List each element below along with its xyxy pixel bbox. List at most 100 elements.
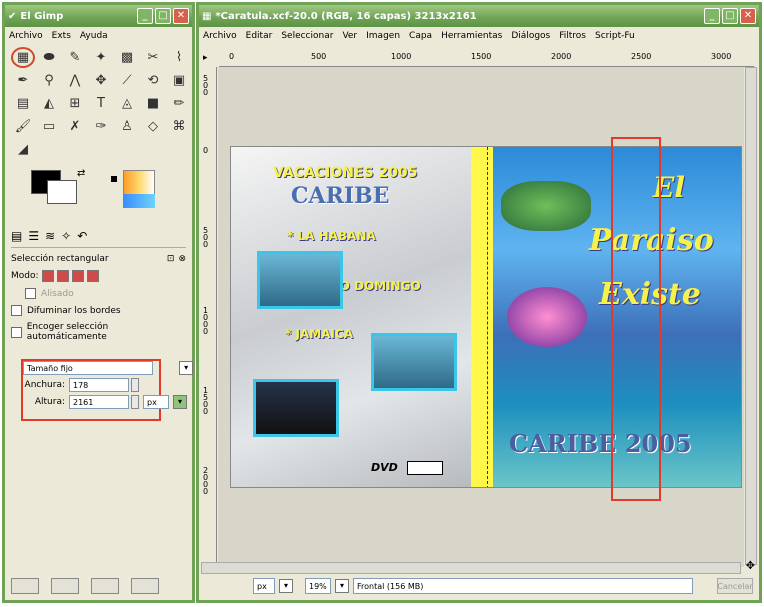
blend-icon[interactable]: ■: [141, 93, 165, 114]
swap-colors-icon[interactable]: ⇄: [77, 168, 85, 179]
navigate-icon[interactable]: ✥: [746, 559, 755, 572]
transform-icon[interactable]: ⟲: [141, 70, 165, 91]
menu-filtros[interactable]: Filtros: [559, 31, 586, 41]
width-input[interactable]: 178: [69, 378, 129, 392]
color-picker-icon[interactable]: ✒: [11, 70, 35, 91]
paintbrush-icon[interactable]: 🖌: [11, 116, 35, 137]
menu-ver[interactable]: Ver: [342, 31, 357, 41]
reset-options-button[interactable]: [131, 578, 159, 594]
ruler-top[interactable]: 0 500 1000 1500 2000 2500 3000: [219, 51, 754, 67]
move-icon[interactable]: ✥: [89, 70, 113, 91]
eraser-icon[interactable]: ▭: [37, 116, 61, 137]
pencil-icon[interactable]: ✏: [167, 93, 191, 114]
scale-icon[interactable]: ⊞: [63, 93, 87, 114]
menu-herramientas[interactable]: Herramientas: [441, 31, 502, 41]
ruler-top-label: 1500: [471, 52, 492, 61]
menu-ayuda[interactable]: Ayuda: [80, 31, 108, 41]
blur-icon[interactable]: ◢: [11, 139, 35, 160]
ink-icon[interactable]: ✑: [89, 116, 113, 137]
restore-options-button[interactable]: [51, 578, 79, 594]
restore-icon[interactable]: ⊡: [167, 254, 175, 264]
background-color-swatch[interactable]: [47, 180, 77, 204]
layers-tab-icon[interactable]: ☰: [28, 229, 39, 243]
select-by-color-icon[interactable]: ▩: [115, 47, 139, 68]
bucket-fill-icon[interactable]: ◬: [115, 93, 139, 114]
close-button[interactable]: ✕: [173, 8, 189, 24]
delete-options-button[interactable]: [91, 578, 119, 594]
fixed-size-value: Tamaño fijo: [27, 363, 73, 373]
toolbox-titlebar[interactable]: ✔ El Gimp _ □ ✕: [5, 5, 192, 27]
canvas-area[interactable]: VACACIONES 2005 CARIBE * LA HABANA * SAN…: [218, 67, 744, 567]
mode-subtract-button[interactable]: [71, 270, 84, 282]
clone-icon[interactable]: ♙: [115, 116, 139, 137]
image-canvas[interactable]: VACACIONES 2005 CARIBE * LA HABANA * SAN…: [230, 146, 742, 488]
image-minimize-button[interactable]: _: [704, 8, 720, 24]
zoom-icon[interactable]: ⚲: [37, 70, 61, 91]
antialias-checkbox[interactable]: [25, 288, 36, 299]
text-icon[interactable]: T: [89, 93, 113, 114]
unit-select[interactable]: px: [143, 395, 169, 409]
ellipse-select-icon[interactable]: ⬬: [37, 47, 61, 68]
maximize-button[interactable]: □: [155, 8, 171, 24]
minimize-button[interactable]: _: [137, 8, 153, 24]
mode-label: Modo:: [11, 271, 39, 281]
perspective-icon[interactable]: ▣: [167, 70, 191, 91]
menu-seleccionar[interactable]: Seleccionar: [281, 31, 333, 41]
image-close-button[interactable]: ✕: [740, 8, 756, 24]
menu-imagen[interactable]: Imagen: [366, 31, 400, 41]
cancel-button[interactable]: Cancelar: [717, 578, 753, 594]
lasso-icon[interactable]: ✎: [63, 47, 87, 68]
width-spinner[interactable]: [131, 378, 139, 392]
airbrush-icon[interactable]: ✗: [63, 116, 87, 137]
zoom-value: 19%: [309, 581, 327, 591]
menu-script-fu[interactable]: Script-Fu: [595, 31, 635, 41]
image-maximize-button[interactable]: □: [722, 8, 738, 24]
horizontal-scrollbar[interactable]: [201, 562, 741, 574]
paths-icon[interactable]: ⌇: [167, 47, 191, 68]
zoom-field[interactable]: 19%: [305, 578, 331, 594]
reset-icon[interactable]: ⊗: [178, 254, 186, 264]
feather-checkbox[interactable]: [11, 305, 22, 316]
dodge-burn-icon[interactable]: ⌘: [167, 116, 191, 137]
menu-dialogos[interactable]: Diálogos: [511, 31, 550, 41]
height-spinner[interactable]: [131, 395, 139, 409]
ruler-left-label: 0: [203, 146, 209, 155]
menu-exts[interactable]: Exts: [52, 31, 71, 41]
shear-icon[interactable]: ▤: [11, 93, 35, 114]
brush-indicator[interactable]: [111, 176, 117, 182]
menu-archivo[interactable]: Archivo: [9, 31, 43, 41]
feather-label: Difuminar los bordes: [27, 305, 121, 316]
zoom-menu-arrow[interactable]: ▾: [335, 579, 349, 593]
mode-intersect-button[interactable]: [86, 270, 99, 282]
fixed-size-select[interactable]: Tamaño fijo: [23, 361, 154, 375]
fixed-dropdown-button[interactable]: ▾: [179, 361, 193, 375]
menu-archivo[interactable]: Archivo: [203, 31, 237, 41]
mode-replace-button[interactable]: [41, 270, 54, 282]
smudge-icon[interactable]: ◇: [141, 116, 165, 137]
image-titlebar[interactable]: ▦ *Caratula.xcf-20.0 (RGB, 16 capas) 321…: [199, 5, 759, 27]
unit-menu-arrow[interactable]: ▾: [279, 579, 293, 593]
ruler-corner-icon[interactable]: ▸: [203, 53, 208, 63]
paths-tab-icon[interactable]: ✧: [61, 229, 71, 243]
scissors-icon[interactable]: ✂: [141, 47, 165, 68]
flip-icon[interactable]: ◭: [37, 93, 61, 114]
save-options-button[interactable]: [11, 578, 39, 594]
tool-options-tab-icon[interactable]: ▤: [11, 229, 22, 243]
channels-tab-icon[interactable]: ≋: [45, 229, 55, 243]
ruler-left-label: 500: [203, 226, 209, 249]
menu-editar[interactable]: Editar: [246, 31, 273, 41]
menu-capa[interactable]: Capa: [409, 31, 432, 41]
measure-icon[interactable]: ⋀: [63, 70, 87, 91]
height-input[interactable]: 2161: [69, 395, 129, 409]
rect-select-icon[interactable]: ▦: [11, 47, 35, 68]
mode-add-button[interactable]: [56, 270, 69, 282]
unit-menu[interactable]: px: [253, 578, 275, 594]
undo-tab-icon[interactable]: ↶: [77, 229, 87, 243]
magic-wand-icon[interactable]: ✦: [89, 47, 113, 68]
pattern-preview[interactable]: [123, 194, 155, 208]
ruler-left[interactable]: 500 0 500 1000 1500 2000: [201, 67, 217, 567]
vertical-scrollbar[interactable]: [745, 67, 757, 565]
unit-dropdown-button[interactable]: ▾: [173, 395, 187, 409]
autoshrink-checkbox[interactable]: [11, 326, 22, 338]
crop-icon[interactable]: ⟋: [115, 70, 139, 91]
